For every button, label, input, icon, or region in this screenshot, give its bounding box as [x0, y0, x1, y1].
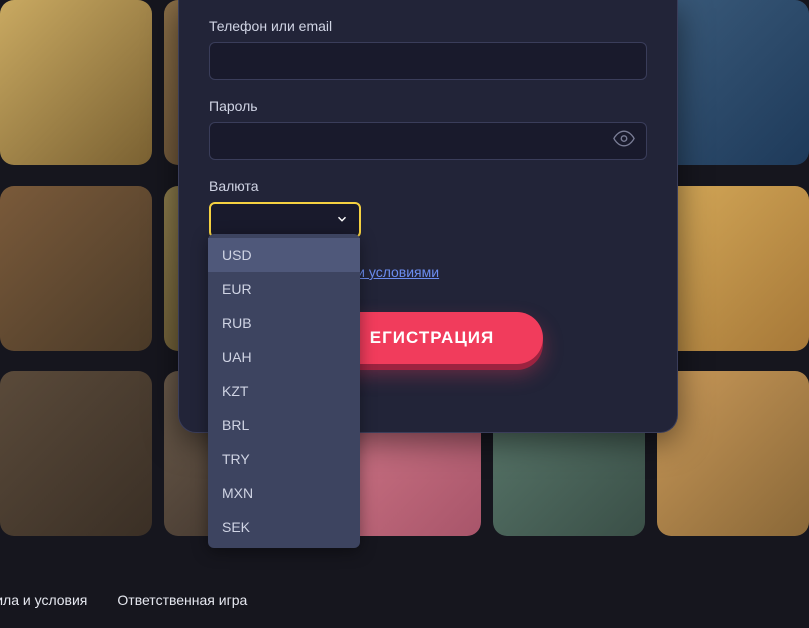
currency-option[interactable]: UAH [208, 340, 360, 374]
password-input[interactable] [209, 122, 647, 160]
game-tile[interactable] [657, 186, 809, 351]
currency-option[interactable]: MXN [208, 476, 360, 510]
password-label: Пароль [209, 98, 647, 114]
currency-option[interactable]: SEK [208, 510, 360, 544]
game-tile[interactable] [657, 0, 809, 165]
game-tile[interactable] [0, 371, 152, 536]
footer-responsible-link[interactable]: Ответственная игра [117, 592, 247, 608]
currency-label: Валюта [209, 178, 647, 194]
currency-option[interactable]: KZT [208, 374, 360, 408]
currency-dropdown: USDEURRUBUAHKZTBRLTRYMXNSEK [208, 234, 360, 548]
currency-option[interactable]: EUR [208, 272, 360, 306]
currency-option[interactable]: BRL [208, 408, 360, 442]
eye-icon[interactable] [613, 128, 635, 155]
currency-option[interactable]: USD [208, 238, 360, 272]
footer-terms-link[interactable]: авила и условия [0, 592, 87, 608]
game-tile[interactable] [0, 0, 152, 165]
footer-links: авила и условия Ответственная игра [0, 592, 247, 608]
currency-select[interactable] [209, 202, 361, 238]
chevron-down-icon [335, 212, 349, 229]
currency-option[interactable]: RUB [208, 306, 360, 340]
game-tile[interactable] [657, 371, 809, 536]
phone-email-input[interactable] [209, 42, 647, 80]
game-tile[interactable] [0, 186, 152, 351]
phone-email-label: Телефон или email [209, 18, 647, 34]
currency-option[interactable]: TRY [208, 442, 360, 476]
